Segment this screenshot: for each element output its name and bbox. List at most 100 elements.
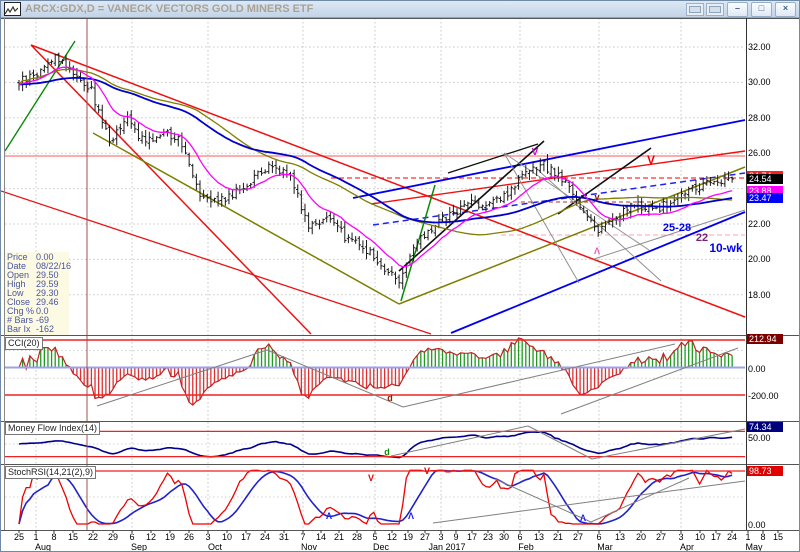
time-axis-day: 8: [760, 532, 765, 542]
time-axis-day: 28: [352, 532, 362, 542]
mini-chart-glyph: [689, 6, 701, 13]
time-axis-day: 3: [438, 532, 443, 542]
price-axis-tick: 22.00: [748, 219, 771, 229]
time-axis-day: 17: [241, 532, 251, 542]
current-price-label: 24.54: [747, 174, 783, 184]
time-axis-day: 15: [773, 532, 783, 542]
annotation-text: V: [647, 153, 655, 167]
info-box-row: Bar Ix-162: [7, 325, 67, 334]
time-axis-day: 13: [615, 532, 625, 542]
time-axis-day: 12: [387, 532, 397, 542]
time-axis-day: 31: [279, 532, 289, 542]
mini-chart-glyph: [709, 6, 721, 13]
price-axis-tick: 26.00: [748, 148, 771, 158]
mini-chart-icon-2[interactable]: [706, 3, 724, 16]
annotation-text: d: [387, 393, 393, 403]
time-axis-day: 3: [678, 532, 683, 542]
info-box-field-label: Bar Ix: [7, 325, 36, 334]
time-axis-day: 19: [165, 532, 175, 542]
time-axis-day: 8: [51, 532, 56, 542]
trend-line: [433, 481, 745, 523]
chart-canvas[interactable]: 32.0030.0028.0026.0022.0020.0018.0024.74…: [1, 18, 800, 552]
time-axis-day: 6: [129, 532, 134, 542]
price-axis-tick: 28.00: [748, 113, 771, 123]
maximize-button[interactable]: □: [751, 2, 772, 17]
time-axis-day: 24: [260, 532, 270, 542]
time-axis-month: Jan 2017: [428, 542, 465, 552]
annotation-text: 10-wk: [709, 241, 742, 255]
time-axis-day: 15: [68, 532, 78, 542]
time-axis-month: Feb: [518, 542, 534, 552]
cci-current-label: 212.94: [747, 334, 783, 344]
annotation-text: 25-28: [663, 222, 691, 234]
time-axis-day: 10: [695, 532, 705, 542]
time-axis-day: 19: [403, 532, 413, 542]
time-axis-month: Mar: [597, 542, 613, 552]
time-axis-day: 23: [483, 532, 493, 542]
mini-chart-icon-1[interactable]: [686, 3, 704, 16]
trend-line: [495, 479, 591, 522]
time-axis-day: 30: [499, 532, 509, 542]
time-axis-month: Sep: [131, 542, 147, 552]
mfi-axis-tick: 50.00: [748, 433, 771, 443]
time-axis-day: 25: [14, 532, 24, 542]
time-axis-day: 1: [745, 532, 750, 542]
time-axis-day: 27: [573, 532, 583, 542]
annotation-text: Λ: [408, 511, 414, 521]
time-axis-month: Oct: [208, 542, 222, 552]
minimize-button[interactable]: –: [727, 2, 748, 17]
time-axis-day: 9: [453, 532, 458, 542]
cci-axis-tick: 0.00: [748, 364, 766, 374]
trend-line: [504, 153, 579, 283]
time-axis-day: 21: [553, 532, 563, 542]
mfi-line: [19, 432, 732, 458]
time-axis-day: 10: [222, 532, 232, 542]
annotation-text: d: [384, 447, 390, 457]
time-axis-day: 7: [300, 532, 305, 542]
time-axis-day: 17: [711, 532, 721, 542]
time-axis-day: 3: [205, 532, 210, 542]
time-axis-day: 14: [316, 532, 326, 542]
price-axis-tick: 20.00: [748, 254, 771, 264]
trend-line: [31, 45, 745, 317]
time-axis-month: May: [745, 542, 762, 552]
trend-line: [5, 41, 75, 151]
trend-line: [391, 426, 528, 456]
time-axis-month: Aug: [35, 542, 51, 552]
price-info-box: Price0.00Date08/22/16Open29.50High29.59L…: [5, 252, 69, 335]
trend-line: [267, 350, 403, 407]
trend-line: [403, 344, 675, 407]
price-axis-tick: 32.00: [748, 42, 771, 52]
ma-slow-line: [19, 78, 732, 223]
time-axis-day: 21: [334, 532, 344, 542]
stochrsi-current-label: 98.73: [747, 466, 783, 476]
cci-pane-header: CCI(20): [5, 337, 43, 350]
trend-line: [31, 45, 311, 334]
trend-line: [558, 148, 651, 214]
annotation-text: Λ: [326, 511, 332, 521]
annotation-text: V: [532, 147, 539, 158]
chart-app-icon: [4, 2, 21, 16]
close-button[interactable]: ×: [775, 2, 796, 17]
time-axis-day: 6: [517, 532, 522, 542]
time-axis-day: 20: [636, 532, 646, 542]
time-axis-day: 17: [467, 532, 477, 542]
time-axis-month: Dec: [373, 542, 389, 552]
window-title: ARCX:GDX,D = VANECK VECTORS GOLD MINERS …: [25, 3, 684, 15]
stochrsi-axis-tick: 0.00: [748, 520, 766, 530]
time-axis-day: 22: [88, 532, 98, 542]
trend-line: [93, 133, 399, 304]
stochrsi-pane-header: StochRSI(14,21(2),9): [5, 466, 96, 479]
chart-window: ARCX:GDX,D = VANECK VECTORS GOLD MINERS …: [0, 0, 800, 552]
time-axis-day: 12: [146, 532, 156, 542]
time-axis-day: 29: [108, 532, 118, 542]
annotation-text: Λ: [580, 513, 586, 523]
cci-axis-tick: -200.00: [748, 391, 779, 401]
time-axis-month: Apr: [680, 542, 694, 552]
title-bar[interactable]: ARCX:GDX,D = VANECK VECTORS GOLD MINERS …: [1, 1, 799, 18]
mfi-pane-header: Money Flow Index(14): [5, 422, 100, 435]
time-axis-day: 13: [534, 532, 544, 542]
chart-svg: [1, 18, 800, 552]
annotation-text: 22: [696, 232, 708, 244]
time-axis-month: Nov: [301, 542, 317, 552]
